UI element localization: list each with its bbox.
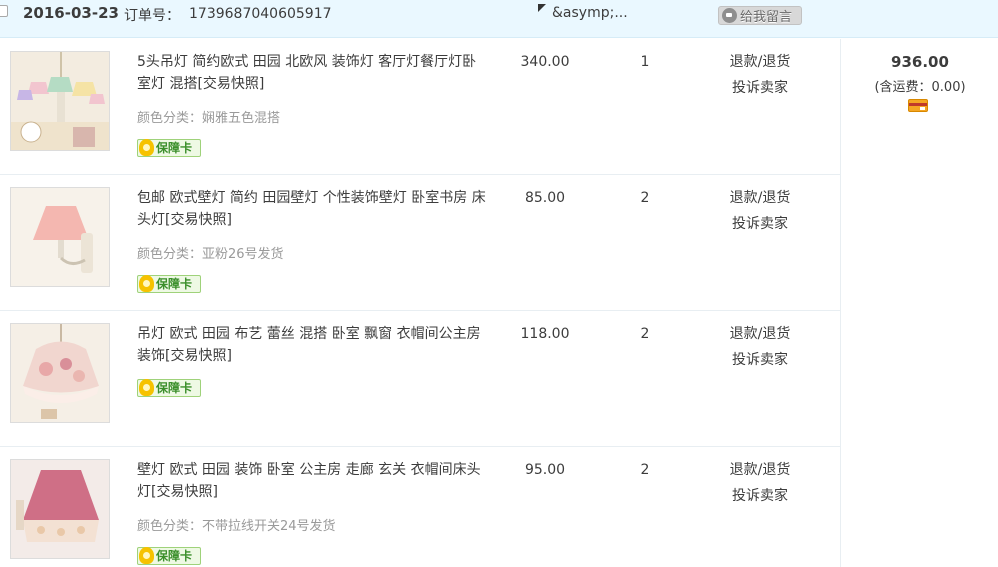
- order-header: 2016-03-23 订单号： 1739687040605917 &asymp;…: [0, 0, 998, 38]
- guarantee-shield-icon: [139, 139, 154, 156]
- guarantee-shield-icon: [139, 547, 154, 564]
- product-price: 340.00: [520, 54, 570, 70]
- guarantee-label: 保障卡: [156, 141, 193, 155]
- payment-card-icon[interactable]: [908, 99, 928, 112]
- guarantee-badge[interactable]: 保障卡: [137, 379, 201, 397]
- product-title[interactable]: 吊灯 欧式 田园 布艺 蕾丝 混搭 卧室 飘窗 衣帽间公主房 装饰[交易快照]: [137, 323, 487, 367]
- product-thumbnail[interactable]: [10, 459, 110, 559]
- order-number: 1739687040605917: [189, 6, 332, 22]
- guarantee-badge[interactable]: 保障卡: [137, 547, 201, 565]
- product-sku: 颜色分类：不带拉线开关24号发货: [137, 519, 336, 534]
- product-quantity: 2: [640, 326, 650, 342]
- refund-return-link[interactable]: 退款/退货: [720, 323, 800, 343]
- order-item: 吊灯 欧式 田园 布艺 蕾丝 混搭 卧室 飘窗 衣帽间公主房 装饰[交易快照] …: [0, 311, 840, 447]
- guarantee-shield-icon: [139, 275, 154, 292]
- complain-seller-link[interactable]: 投诉卖家: [720, 349, 800, 369]
- order-date: 2016-03-23: [23, 4, 119, 22]
- product-price: 118.00: [520, 326, 570, 342]
- order-items: 5头吊灯 简约欧式 田园 北欧风 装饰灯 客厅灯餐厅灯卧室灯 混搭[交易快照] …: [0, 39, 840, 567]
- order-total-column: 936.00 (含运费：0.00): [840, 39, 998, 567]
- refund-return-link[interactable]: 退款/退货: [720, 187, 800, 207]
- product-quantity: 2: [640, 190, 650, 206]
- guarantee-label: 保障卡: [156, 381, 193, 395]
- refund-return-link[interactable]: 退款/退货: [720, 51, 800, 71]
- order-item: 5头吊灯 简约欧式 田园 北欧风 装饰灯 客厅灯餐厅灯卧室灯 混搭[交易快照] …: [0, 39, 840, 175]
- product-title[interactable]: 包邮 欧式壁灯 简约 田园壁灯 个性装饰壁灯 卧室书房 床头灯[交易快照]: [137, 187, 487, 231]
- product-thumbnail[interactable]: [10, 187, 110, 287]
- order-item: 壁灯 欧式 田园 装饰 卧室 公主房 走廊 玄关 衣帽间床头灯[交易快照] 颜色…: [0, 447, 840, 567]
- seller-name[interactable]: &asymp;...: [552, 5, 628, 21]
- guarantee-badge[interactable]: 保障卡: [137, 275, 201, 293]
- complain-seller-link[interactable]: 投诉卖家: [720, 485, 800, 505]
- refund-return-link[interactable]: 退款/退货: [720, 459, 800, 479]
- leave-message-button[interactable]: 给我留言: [718, 6, 802, 25]
- complain-seller-link[interactable]: 投诉卖家: [720, 77, 800, 97]
- product-thumbnail[interactable]: [10, 323, 110, 423]
- guarantee-shield-icon: [139, 379, 154, 396]
- product-thumbnail[interactable]: [10, 51, 110, 151]
- product-quantity: 1: [640, 54, 650, 70]
- order-total-amount: 936.00: [891, 53, 949, 71]
- product-title[interactable]: 壁灯 欧式 田园 装饰 卧室 公主房 走廊 玄关 衣帽间床头灯[交易快照]: [137, 459, 487, 503]
- guarantee-label: 保障卡: [156, 277, 193, 291]
- message-icon: [722, 8, 737, 23]
- product-price: 85.00: [524, 190, 566, 206]
- product-sku: 颜色分类：亚粉26号发货: [137, 247, 284, 262]
- complain-seller-link[interactable]: 投诉卖家: [720, 213, 800, 233]
- guarantee-label: 保障卡: [156, 549, 193, 563]
- product-price: 95.00: [524, 462, 566, 478]
- product-title[interactable]: 5头吊灯 简约欧式 田园 北欧风 装饰灯 客厅灯餐厅灯卧室灯 混搭[交易快照]: [137, 51, 487, 95]
- guarantee-badge[interactable]: 保障卡: [137, 139, 201, 157]
- order-item: 包邮 欧式壁灯 简约 田园壁灯 个性装饰壁灯 卧室书房 床头灯[交易快照] 颜色…: [0, 175, 840, 311]
- order-number-label: 订单号：: [124, 8, 180, 24]
- product-sku: 颜色分类：娴雅五色混搭: [137, 111, 281, 126]
- leave-message-label: 给我留言: [740, 10, 793, 25]
- shipping-fee: (含运费：0.00): [874, 80, 966, 95]
- product-quantity: 2: [640, 462, 650, 478]
- order-select-checkbox[interactable]: [0, 5, 8, 17]
- seller-arrow-icon: [538, 4, 546, 12]
